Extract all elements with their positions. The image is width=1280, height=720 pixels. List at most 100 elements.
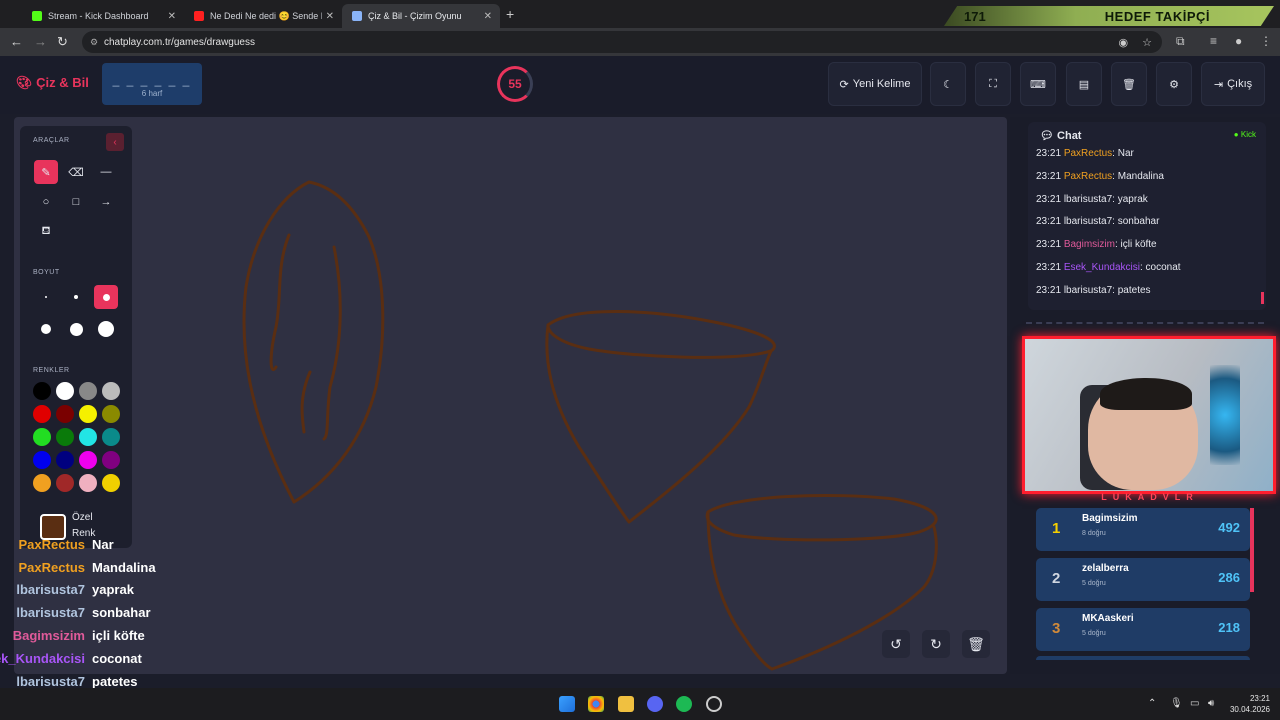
chat-source-label: Kick <box>1240 130 1256 139</box>
leaderboard-scrollbar[interactable] <box>1250 508 1254 592</box>
bookmark-star-icon[interactable]: ☆ <box>1142 36 1152 49</box>
word-mask: _ _ _ _ _ _ <box>112 73 192 87</box>
color-swatch[interactable] <box>79 474 97 492</box>
system-clock[interactable]: 23:21 30.04.2026 <box>1230 693 1270 715</box>
brush-tool[interactable]: ✎ <box>34 160 58 184</box>
webcam-streamer-hair <box>1100 378 1192 410</box>
size-option-6[interactable] <box>94 317 118 341</box>
color-swatch[interactable] <box>79 428 97 446</box>
site-info-icon[interactable]: ⚙ <box>90 37 98 48</box>
extensions-icon[interactable]: ⧉ <box>1176 34 1185 49</box>
app-icon[interactable] <box>706 696 722 712</box>
close-tab-icon[interactable]: ✕ <box>326 11 334 22</box>
reload-icon[interactable]: ↻ <box>57 34 68 50</box>
new-word-button[interactable]: ⟳ Yeni Kelime <box>828 62 922 106</box>
color-swatch[interactable] <box>56 405 74 423</box>
size-option-3[interactable] <box>94 285 118 309</box>
color-swatch[interactable] <box>56 474 74 492</box>
collapse-panel-button[interactable]: ‹ <box>106 133 124 151</box>
close-tab-icon[interactable]: ✕ <box>168 11 176 22</box>
chat-message: 23:21 PaxRectus: Nar <box>1036 148 1134 159</box>
overlay-chat-row: PaxRectus Nar <box>0 533 200 556</box>
tab-label: Stream - Kick Dashboard <box>48 11 149 21</box>
archive-button[interactable]: ▤ <box>1066 62 1102 106</box>
redo-button[interactable]: ↻ <box>922 630 950 658</box>
bowl-rim <box>546 310 776 359</box>
chat-username: lbarisusta7 <box>1063 193 1113 205</box>
size-option-1[interactable] <box>34 285 58 309</box>
new-tab-button[interactable]: + <box>506 6 514 22</box>
spotify-icon[interactable] <box>676 696 692 712</box>
color-swatch[interactable] <box>79 382 97 400</box>
color-swatch[interactable] <box>33 474 51 492</box>
settings-button[interactable]: ⚙ <box>1156 62 1192 106</box>
discord-icon[interactable] <box>647 696 663 712</box>
close-tab-icon[interactable]: ✕ <box>484 11 492 22</box>
color-swatch[interactable] <box>33 451 51 469</box>
windows-start-icon[interactable] <box>559 696 575 712</box>
overlay-username: lbarisusta7 <box>16 605 85 621</box>
timer-value: 55 <box>508 77 522 91</box>
chat-message: 23:21 Esek_Kundakcisi: coconat <box>1036 261 1181 273</box>
color-swatch[interactable] <box>102 382 120 400</box>
circle-tool[interactable]: ○ <box>34 190 58 214</box>
color-swatch[interactable] <box>33 382 51 400</box>
size-option-2[interactable] <box>64 285 88 309</box>
leaderboard-correct: 8 doğru <box>1082 530 1106 537</box>
address-bar-row: ← → ↻ ⚙ chatplay.com.tr/games/drawguess … <box>0 28 1280 56</box>
line-tool[interactable]: — <box>94 160 118 184</box>
eraser-tool[interactable]: ⌫ <box>64 160 88 184</box>
reading-list-icon[interactable]: ≡ <box>1210 34 1217 48</box>
tray-chevron-icon[interactable]: ⌃ <box>1148 698 1156 709</box>
color-swatch[interactable] <box>102 451 120 469</box>
volume-icon[interactable]: 🔊︎ <box>1208 698 1214 709</box>
arrow-tool[interactable]: → <box>94 190 118 214</box>
leaf-vein <box>322 245 342 441</box>
exit-button[interactable]: ⇥ Çıkış <box>1201 62 1265 106</box>
color-swatch[interactable] <box>33 428 51 446</box>
gear-icon: ⚙ <box>1169 78 1179 91</box>
profile-avatar[interactable]: ● <box>1235 34 1242 48</box>
rectangle-tool[interactable]: □ <box>64 190 88 214</box>
leaf-vein <box>269 233 291 371</box>
undo-button[interactable]: ↺ <box>882 630 910 658</box>
forward-icon[interactable]: → <box>34 34 47 49</box>
color-swatch[interactable] <box>102 405 120 423</box>
leaderboard-row: 3 MKAaskeri 5 doğru 218 <box>1036 608 1250 651</box>
chat-scrollbar[interactable] <box>1261 292 1264 304</box>
fill-tool[interactable]: ⛾ <box>34 220 58 244</box>
color-swatch[interactable] <box>79 451 97 469</box>
color-swatch[interactable] <box>56 451 74 469</box>
tab-kick-dashboard[interactable]: Stream - Kick Dashboard ✕ <box>22 4 184 28</box>
network-icon[interactable]: ▭ <box>1190 698 1199 709</box>
color-swatch[interactable] <box>56 382 74 400</box>
chatplay-favicon-icon <box>352 11 362 21</box>
overlay-username: Esek_Kundakcisi <box>0 650 85 666</box>
size-option-5[interactable] <box>64 317 88 341</box>
chat-panel: 💬︎ Chat ● Kick 23:21 PaxRectus: Nar 23:2… <box>1028 122 1266 310</box>
color-swatch[interactable] <box>79 405 97 423</box>
color-swatch[interactable] <box>33 405 51 423</box>
clear-canvas-button[interactable]: 🗑︎ <box>962 630 990 658</box>
delete-button[interactable]: 🗑︎ <box>1111 62 1147 106</box>
dark-mode-button[interactable]: ☾ <box>930 62 966 106</box>
tab-ciz-bil[interactable]: Çiz & Bil - Çizim Oyunu ✕ <box>342 4 500 28</box>
redo-icon: ↻ <box>930 635 942 652</box>
microphone-icon[interactable]: 🎙︎ <box>1170 698 1183 709</box>
leaderboard-rank: 2 <box>1052 570 1061 587</box>
tab-youtube[interactable]: Ne Dedi Ne dedi 😊 Sende Bu ✕ <box>184 4 342 28</box>
chrome-icon[interactable] <box>588 696 604 712</box>
fullscreen-button[interactable]: ⛶ <box>975 62 1011 106</box>
color-swatch[interactable] <box>56 428 74 446</box>
menu-icon[interactable]: ⋮ <box>1260 34 1272 48</box>
url-field[interactable]: ⚙ chatplay.com.tr/games/drawguess ◉ ☆ <box>82 31 1162 53</box>
keyboard-button[interactable]: ⌨ <box>1020 62 1056 106</box>
eye-off-icon[interactable]: ◉ <box>1119 36 1129 49</box>
file-explorer-icon[interactable] <box>618 696 634 712</box>
overlay-message: sonbahar <box>92 605 151 621</box>
size-option-4[interactable] <box>34 317 58 341</box>
color-swatch[interactable] <box>102 428 120 446</box>
chat-username: Esek_Kundakcisi <box>1063 261 1140 273</box>
color-swatch[interactable] <box>102 474 120 492</box>
back-icon[interactable]: ← <box>10 34 23 49</box>
